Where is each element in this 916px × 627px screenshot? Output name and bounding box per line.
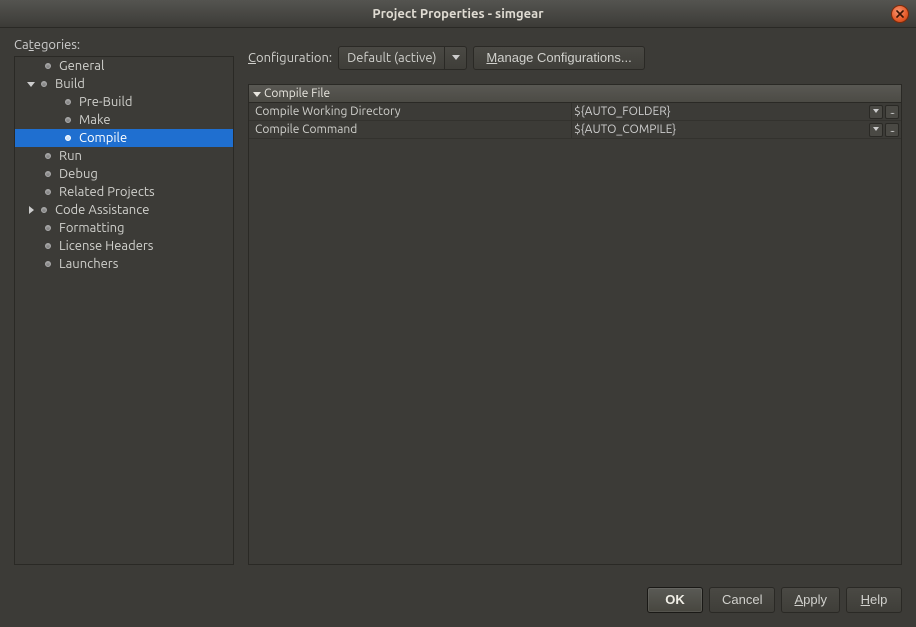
bullet-icon [45,153,51,159]
tree-item-debug[interactable]: Debug [15,165,233,183]
dropdown-mini-button[interactable] [869,123,883,137]
tree-item-build[interactable]: Build [15,75,233,93]
titlebar: Project Properties - simgear [0,0,916,28]
bullet-icon [45,225,51,231]
close-icon [896,10,904,18]
browse-mini-button[interactable]: ... [885,123,899,137]
help-button[interactable]: Help [846,587,902,613]
property-key: Compile Working Directory [249,103,571,121]
property-key: Compile Command [249,121,571,139]
section-title: Compile File [264,85,330,103]
tree-label: Formatting [59,219,125,237]
bullet-icon [45,171,51,177]
tree-label: Launchers [59,255,118,273]
configuration-combo[interactable]: Default (active) [338,46,467,70]
property-value[interactable]: ${AUTO_FOLDER} [571,103,869,121]
tree-item-make[interactable]: Make [15,111,233,129]
tree-label: License Headers [59,237,153,255]
tree-label: Make [79,111,111,129]
chevron-down-icon[interactable] [25,78,37,90]
configuration-selected: Default (active) [339,47,444,69]
apply-button[interactable]: Apply [781,587,840,613]
categories-label: Categories: [14,38,234,52]
property-controls: ... [869,123,901,137]
categories-pane: Categories: General Build [14,38,234,565]
tree-item-code-assistance[interactable]: Code Assistance [15,201,233,219]
properties-table: Compile File Compile Working Directory $… [248,84,902,565]
bullet-icon [41,81,47,87]
tree-item-run[interactable]: Run [15,147,233,165]
tree-item-compile[interactable]: Compile [15,129,233,147]
tree-label: Compile [79,129,127,147]
bullet-icon [45,63,51,69]
tree-label: General [59,57,104,75]
chevron-right-icon[interactable] [25,204,37,216]
tree-label: Debug [59,165,98,183]
ok-button[interactable]: OK [647,587,703,613]
bullet-icon [45,189,51,195]
configuration-row: Configuration: Default (active) Manage C… [248,46,902,70]
chevron-down-icon [253,90,261,98]
property-row-compile-command[interactable]: Compile Command ${AUTO_COMPILE} ... [249,121,901,139]
settings-pane: Configuration: Default (active) Manage C… [248,38,902,565]
window-title: Project Properties - simgear [372,7,543,21]
tree-item-license-headers[interactable]: License Headers [15,237,233,255]
window-close-button[interactable] [891,5,909,23]
tree-item-launchers[interactable]: Launchers [15,255,233,273]
bullet-icon [65,99,71,105]
bullet-icon [45,261,51,267]
property-value[interactable]: ${AUTO_COMPILE} [571,121,869,139]
tree-label: Run [59,147,82,165]
dialog-button-bar: OK Cancel Apply Help [14,565,902,615]
tree-item-prebuild[interactable]: Pre-Build [15,93,233,111]
bullet-icon [41,207,47,213]
cancel-button[interactable]: Cancel [709,587,775,613]
categories-tree[interactable]: General Build Pre-Build [14,56,234,565]
tree-item-general[interactable]: General [15,57,233,75]
upper-panes: Categories: General Build [14,38,902,565]
property-controls: ... [869,105,901,119]
bullet-icon [65,117,71,123]
browse-mini-button[interactable]: ... [885,105,899,119]
bullet-icon [65,135,71,141]
chevron-down-icon[interactable] [444,47,466,69]
tree-label: Pre-Build [79,93,132,111]
bullet-icon [45,243,51,249]
tree-item-related-projects[interactable]: Related Projects [15,183,233,201]
configuration-label: Configuration: [248,51,332,65]
manage-configurations-button[interactable]: Manage Configurations... [473,46,644,70]
tree-label: Build [55,75,85,93]
property-row-working-dir[interactable]: Compile Working Directory ${AUTO_FOLDER}… [249,103,901,121]
tree-label: Related Projects [59,183,155,201]
section-compile-file[interactable]: Compile File [249,85,901,103]
tree-label: Code Assistance [55,201,149,219]
project-properties-window: Project Properties - simgear Categories:… [0,0,916,627]
content-area: Categories: General Build [0,28,916,627]
tree-item-formatting[interactable]: Formatting [15,219,233,237]
dropdown-mini-button[interactable] [869,105,883,119]
